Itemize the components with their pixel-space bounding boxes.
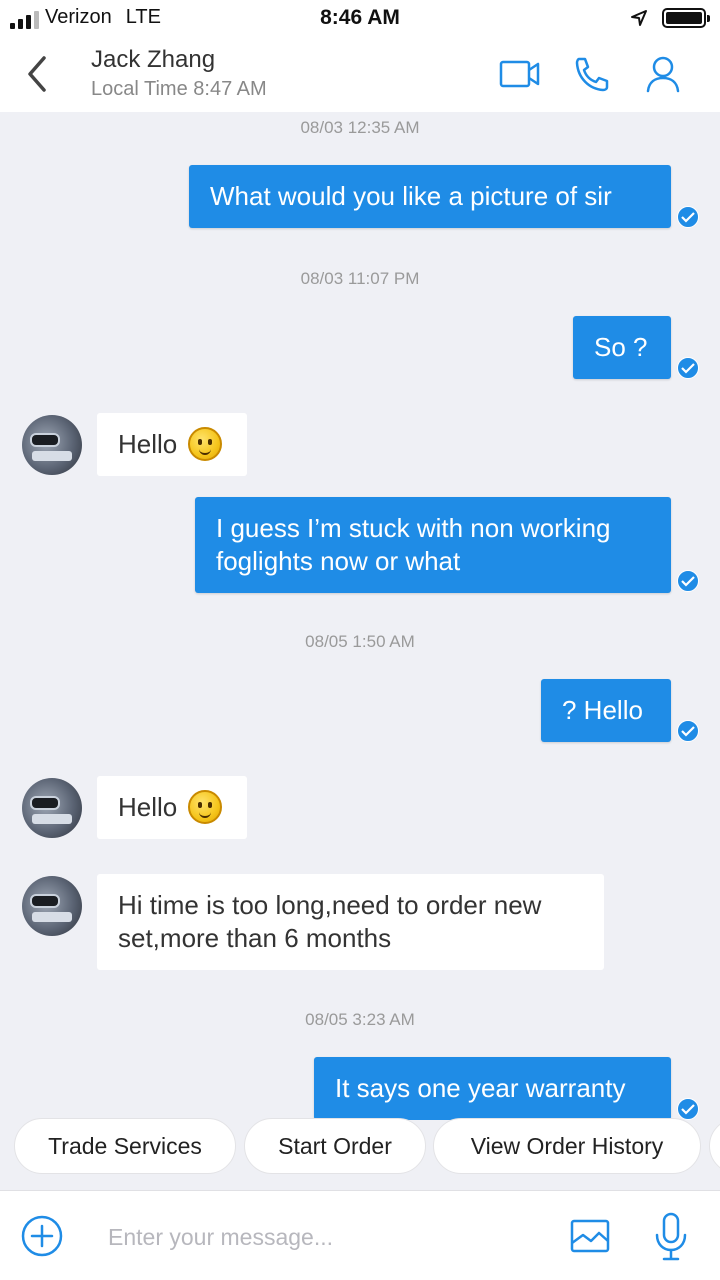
message-text: Hello	[118, 792, 178, 822]
back-icon	[28, 56, 46, 92]
status-bar: Verizon LTE 8:46 AM	[0, 0, 720, 36]
chat-messages[interactable]: 08/03 12:35 AM What would you like a pic…	[0, 112, 720, 1120]
outgoing-message[interactable]: ? Hello	[541, 679, 671, 742]
status-time: 8:46 AM	[320, 6, 400, 29]
message-text: Hello	[118, 429, 178, 459]
chat-header: Jack Zhang Local Time 8:47 AM	[0, 36, 720, 112]
message-input[interactable]	[108, 1217, 538, 1257]
quick-reply-trade-services[interactable]: Trade Services	[14, 1118, 236, 1174]
message-composer	[0, 1190, 720, 1280]
quick-replies[interactable]: Trade Services Start Order View Order Hi…	[0, 1118, 720, 1174]
image-icon	[570, 1219, 610, 1253]
contact-name[interactable]: Jack Zhang	[91, 46, 215, 74]
contact-avatar[interactable]	[22, 876, 82, 936]
add-icon	[21, 1215, 63, 1257]
outgoing-message[interactable]: So ?	[573, 316, 671, 379]
location-arrow-icon	[631, 10, 647, 26]
smile-emoji-icon	[188, 427, 223, 462]
incoming-message[interactable]: Hi time is too long,need to order new se…	[97, 874, 604, 970]
message-timestamp: 08/03 12:35 AM	[300, 118, 420, 137]
phone-icon	[575, 57, 609, 92]
microphone-icon	[655, 1212, 687, 1261]
contact-avatar[interactable]	[22, 415, 82, 475]
quick-reply-start-order[interactable]: Start Order	[244, 1118, 426, 1174]
profile-button[interactable]	[642, 54, 686, 94]
image-button[interactable]	[569, 1217, 611, 1255]
status-right	[630, 8, 710, 28]
incoming-message[interactable]: Hello	[97, 776, 247, 840]
battery-icon	[662, 8, 710, 28]
profile-icon	[646, 56, 680, 93]
video-call-button[interactable]	[498, 54, 542, 94]
read-check-icon	[677, 720, 699, 742]
phone-call-button[interactable]	[570, 54, 614, 94]
local-time: Local Time 8:47 AM	[91, 78, 267, 100]
smile-emoji-icon	[188, 790, 223, 825]
outgoing-message[interactable]: I guess I’m stuck with non working fogli…	[195, 497, 671, 593]
read-check-icon	[677, 1098, 699, 1120]
add-button[interactable]	[20, 1214, 64, 1258]
quick-reply-view-order-history[interactable]: View Order History	[433, 1118, 701, 1174]
voice-button[interactable]	[652, 1211, 690, 1263]
message-timestamp: 08/05 1:50 AM	[305, 632, 415, 651]
outgoing-message[interactable]: It says one year warranty	[314, 1057, 671, 1120]
quick-reply-more[interactable]	[709, 1118, 720, 1174]
read-check-icon	[677, 570, 699, 592]
contact-avatar[interactable]	[22, 778, 82, 838]
video-call-icon	[499, 60, 540, 88]
read-check-icon	[677, 206, 699, 228]
read-check-icon	[677, 357, 699, 379]
incoming-message[interactable]: Hello	[97, 413, 247, 477]
message-timestamp: 08/05 3:23 AM	[305, 1010, 415, 1029]
outgoing-message[interactable]: What would you like a picture of sir	[189, 165, 671, 228]
back-button[interactable]	[20, 54, 56, 94]
message-timestamp: 08/03 11:07 PM	[300, 269, 420, 288]
